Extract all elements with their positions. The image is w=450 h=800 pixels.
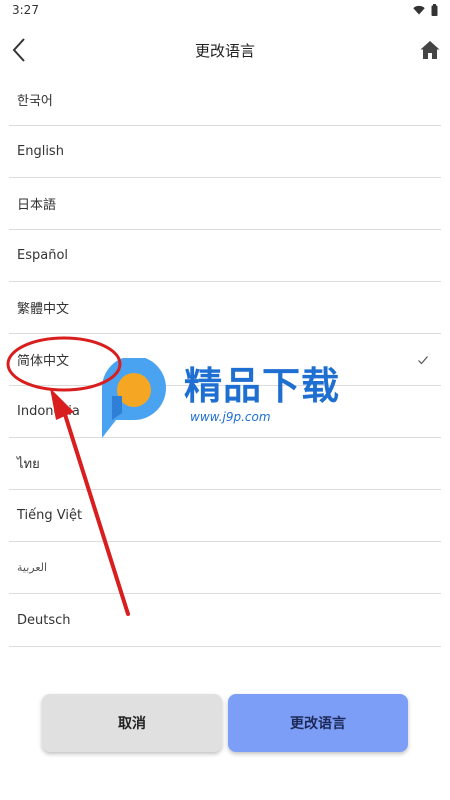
- battery-icon: [431, 4, 438, 16]
- language-label: Indonesia: [17, 404, 80, 419]
- change-language-button[interactable]: 更改语言: [228, 694, 408, 752]
- status-icons: [413, 4, 438, 16]
- language-label: ไทย: [17, 457, 40, 472]
- check-icon: [418, 356, 428, 365]
- language-label: 日本語: [17, 198, 57, 213]
- language-item-spanish[interactable]: Español: [9, 230, 441, 282]
- home-icon: [420, 41, 440, 59]
- language-label: 简体中文: [17, 354, 70, 369]
- language-item-thai[interactable]: ไทย: [9, 438, 441, 490]
- language-label: Español: [17, 248, 69, 263]
- language-label: 한국어: [17, 94, 53, 109]
- language-label: Tiếng Việt: [17, 508, 83, 523]
- page-title: 更改语言: [194, 42, 255, 60]
- language-label: 繁體中文: [17, 302, 70, 317]
- language-item-english[interactable]: English: [9, 126, 441, 178]
- language-item-german[interactable]: Deutsch: [9, 594, 441, 647]
- status-bar: 3:27: [0, 0, 450, 22]
- status-time: 3:27: [12, 3, 39, 17]
- wifi-icon: [413, 5, 425, 15]
- language-item-arabic[interactable]: العربية: [9, 542, 441, 594]
- language-item-vietnamese[interactable]: Tiếng Việt: [9, 490, 441, 542]
- cancel-button[interactable]: 取消: [42, 694, 222, 752]
- language-label: Deutsch: [17, 612, 71, 628]
- language-item-simplified-chinese[interactable]: 简体中文: [9, 334, 441, 386]
- language-label: العربية: [17, 561, 48, 574]
- language-item-indonesian[interactable]: Indonesia: [9, 386, 441, 438]
- language-item-japanese[interactable]: 日本語: [9, 178, 441, 230]
- home-button[interactable]: [419, 39, 441, 61]
- action-buttons: 取消 更改语言: [42, 694, 408, 754]
- language-item-traditional-chinese[interactable]: 繁體中文: [9, 282, 441, 334]
- language-item-korean[interactable]: 한국어: [9, 74, 441, 126]
- language-list: 한국어 English 日本語 Español 繁體中文 简体中文 Indone…: [9, 74, 441, 647]
- header: 更改语言: [0, 28, 450, 72]
- language-label: English: [17, 144, 64, 159]
